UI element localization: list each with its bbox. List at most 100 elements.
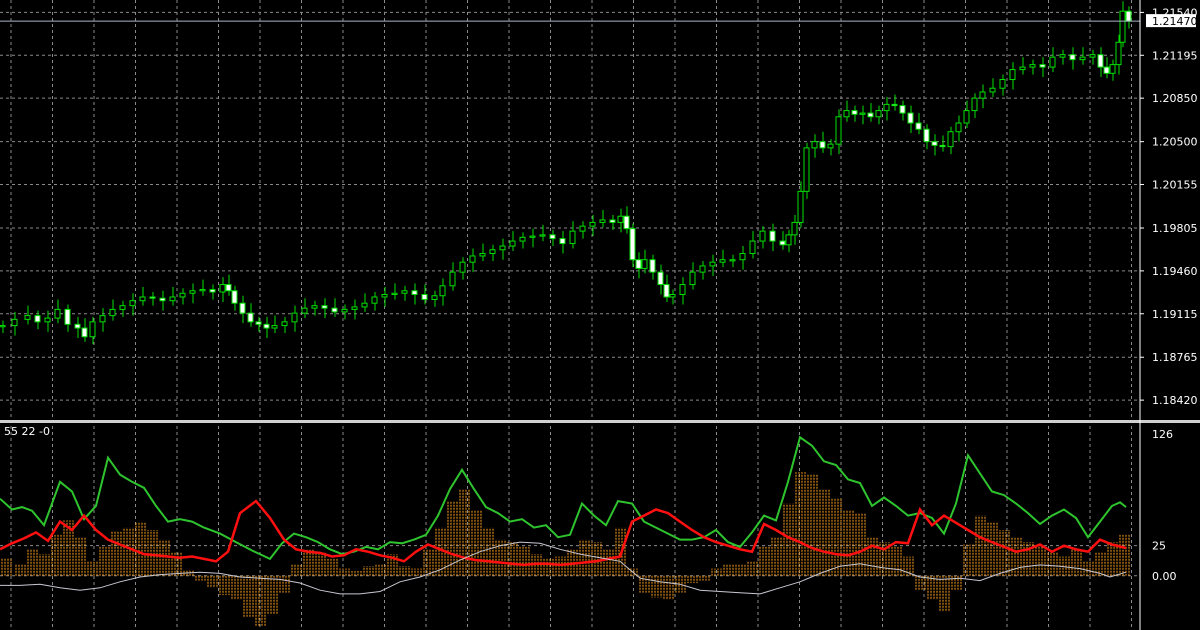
candle-body [119,305,126,310]
candle-body [663,284,670,298]
price-tick-label: 1.19460 [1152,265,1198,278]
indicator-tick-label: 0.00 [1152,570,1177,583]
chart-canvas: 1.215401.211951.208501.205001.201551.198… [0,0,1200,630]
candle-body [189,290,196,294]
candle-body [64,308,71,325]
indicator-green-line [0,435,1127,561]
candle-body [797,190,804,223]
candle-body [791,221,798,236]
candle-body [301,307,308,314]
candle-body [109,308,116,317]
price-tick-label: 1.19805 [1152,222,1198,235]
candle-body [469,255,476,263]
candle-body [1039,64,1046,68]
candle-body [321,305,328,309]
candle-body [539,234,546,237]
candle-body [729,259,736,262]
candle-body [1115,41,1122,66]
candle-body [649,259,656,273]
current-price-label: 1.21470 [1152,15,1198,28]
candle-body [351,306,358,310]
candle-body [859,112,866,115]
candle-body [401,290,408,294]
candle-body [311,305,318,309]
candle-body [459,261,466,273]
candle-body [209,289,216,293]
candle-body [1119,10,1126,43]
candle-body [44,317,51,323]
candle-body [955,122,962,133]
candle-body [811,141,818,149]
candle-body [54,308,61,319]
candle-body [169,296,176,302]
candle-body [1049,56,1056,68]
candle-body [391,292,398,295]
price-pane [0,1,1140,345]
candle-body [1059,54,1066,58]
candle-body [239,302,246,314]
candle-body [891,103,898,107]
candle-body [74,323,81,329]
candle-body [635,259,642,269]
candle-body [179,292,186,298]
candle-body [579,225,586,232]
candle-body [999,79,1006,89]
candle-body [411,290,418,295]
price-tick-label: 1.19115 [1152,308,1198,321]
candle-body [617,215,624,223]
candle-body [899,105,906,114]
candle-body [785,234,792,246]
candle-body [331,307,338,313]
candle-body [851,110,858,115]
candle-body [819,141,826,149]
price-tick-label: 1.21195 [1152,49,1198,62]
candle-body [489,249,496,254]
indicator-tick-label: 25 [1152,540,1166,553]
candle-body [1103,66,1110,74]
candle-body [509,240,516,247]
indicator-pane [0,435,1130,627]
candle-body [219,284,226,293]
price-tick-label: 1.20155 [1152,179,1198,192]
price-axis: 1.215401.211951.208501.205001.201551.198… [0,0,1200,630]
indicator-tick-label: 126 [1152,428,1173,441]
candle-body [439,285,446,297]
candle-body [371,296,378,304]
candle-body [199,289,206,292]
candle-body [979,91,986,99]
candle-body [641,259,648,269]
candle-body [569,230,576,245]
candle-body [341,308,348,313]
price-tick-label: 1.18765 [1152,351,1198,364]
candle-body [381,293,388,298]
candle-body [827,143,834,149]
candle-body [699,265,706,273]
candle-body [875,110,882,118]
candle-body [1009,69,1016,81]
candle-body [34,315,41,323]
candle-body [931,141,938,146]
candle-body [263,323,270,329]
candle-body [759,230,766,242]
candle-body [281,321,288,327]
candle-body [589,221,596,227]
price-tick-label: 1.20850 [1152,92,1198,105]
candle-body [1069,54,1076,61]
candle-body [1097,54,1104,68]
candle-body [519,236,526,242]
candle-body [449,271,456,287]
candle-body [907,112,914,124]
candle-body [719,259,726,263]
candle-body [599,219,606,223]
candle-body [883,103,890,112]
candle-body [159,297,166,302]
candle-body [835,116,842,145]
candle-body [529,235,536,238]
candle-body [549,234,556,240]
candle-body [139,296,146,302]
candle-body [247,312,254,323]
candle-body [947,131,954,148]
price-tick-label: 1.20500 [1152,136,1198,149]
candle-body [225,284,232,292]
candle-body [291,312,298,323]
